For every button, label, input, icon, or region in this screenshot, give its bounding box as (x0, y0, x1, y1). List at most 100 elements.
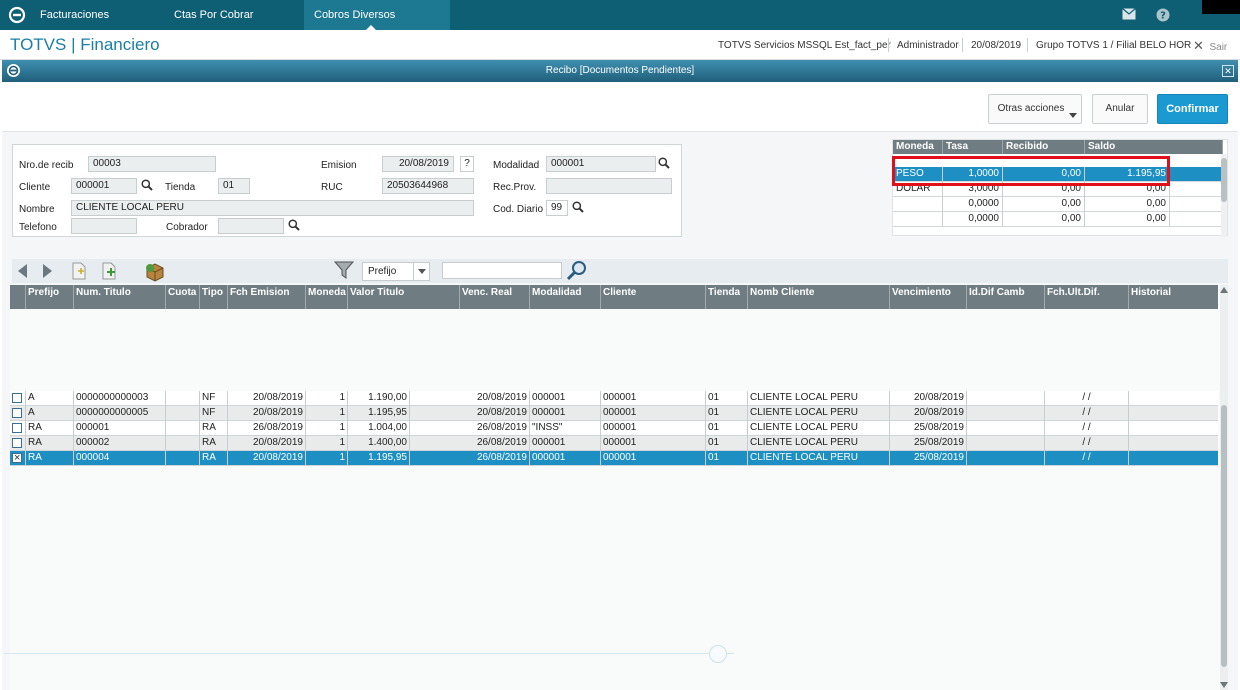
moneda-cell: 1 (306, 421, 348, 436)
table-row[interactable]: A 0000000000003 NF 20/08/2019 1 1.190,00… (10, 391, 1218, 406)
modalidad-field[interactable]: 000001 (546, 156, 656, 172)
dialog-close-button[interactable]: ✕ (1222, 65, 1234, 77)
arrow-left-icon[interactable] (14, 262, 32, 280)
emision-field[interactable]: 20/08/2019 (382, 156, 454, 172)
currency-row[interactable]: 0,0000 0,00 0,00 (893, 212, 1223, 227)
column-header[interactable]: Vencimiento (890, 285, 967, 309)
nombre-field[interactable]: CLIENTE LOCAL PERU (71, 200, 474, 216)
cliente-field[interactable]: 000001 (71, 178, 137, 194)
column-header[interactable]: Valor Titulo (348, 285, 460, 309)
help-button[interactable]: ? (460, 156, 474, 172)
nro-recibo-field[interactable]: 00003 (88, 156, 216, 172)
table-row[interactable]: RA 000002 RA 20/08/2019 1 1.400,00 26/08… (10, 436, 1218, 451)
row-checkbox[interactable] (12, 451, 22, 465)
column-header[interactable]: Fch Emision (228, 285, 306, 309)
column-header[interactable]: Cuota (166, 285, 200, 309)
column-header[interactable]: Id.Dif Camb (967, 285, 1045, 309)
search-icon[interactable] (572, 201, 584, 213)
arrow-right-icon[interactable] (38, 262, 56, 280)
emision-cell: 20/08/2019 (228, 451, 306, 466)
row-checkbox[interactable] (12, 393, 22, 403)
row-checkbox[interactable] (12, 423, 22, 433)
cod-diario-field[interactable]: 99 (546, 200, 568, 216)
tienda-field[interactable]: 01 (218, 178, 250, 194)
column-header[interactable]: Fch.Ult.Dif. (1045, 285, 1129, 309)
close-icon: ✕ (1193, 38, 1204, 53)
column-header[interactable]: Cliente (601, 285, 706, 309)
divider (4, 653, 734, 654)
row-checkbox[interactable] (12, 438, 22, 448)
column-header[interactable]: Moneda (306, 285, 348, 309)
vertical-scrollbar[interactable] (1220, 285, 1228, 690)
cliente-cell: 000001 (601, 406, 706, 421)
telefono-field[interactable] (71, 218, 137, 234)
scrollbar-thumb[interactable] (1221, 158, 1227, 202)
ruc-field[interactable]: 20503644968 (382, 178, 474, 194)
vencimiento-cell: 25/08/2019 (890, 421, 967, 436)
currency-row[interactable]: 0,0000 0,00 0,00 (893, 197, 1223, 212)
checkbox-cell (10, 436, 26, 451)
column-header[interactable]: Nomb Cliente (748, 285, 890, 309)
tab-ctas-por-cobrar[interactable]: Ctas Por Cobrar [02.9.0006]✕ (164, 0, 304, 51)
other-actions-button[interactable]: Otras acciones (988, 94, 1082, 124)
row-checkbox[interactable] (12, 408, 22, 418)
table-row[interactable]: RA 000001 RA 26/08/2019 1 1.004,00 26/08… (10, 421, 1218, 436)
tab-facturaciones[interactable]: Facturaciones [02.9.0005]✕ (30, 0, 164, 51)
cobrador-field[interactable] (218, 218, 284, 234)
tienda-cell: 01 (706, 406, 748, 421)
svg-text:?: ? (1160, 11, 1166, 22)
tienda-cell: 01 (706, 451, 748, 466)
search-icon[interactable] (288, 219, 300, 231)
table-row[interactable]: RA 000004 RA 20/08/2019 1 1.195,95 26/08… (10, 451, 1218, 466)
column-header[interactable]: Modalidad (530, 285, 601, 309)
search-icon[interactable] (658, 157, 670, 169)
column-header[interactable]: Tasa moned (943, 140, 1003, 166)
exit-button[interactable]: ✕ Sair (1193, 38, 1227, 54)
document-icon[interactable] (70, 262, 88, 280)
id-dif-cell (967, 391, 1045, 406)
column-header[interactable]: Num. Titulo (74, 285, 166, 309)
tab-cobros-diversos[interactable]: Cobros Diversos [02.9.0006]✕ (304, 0, 450, 51)
rec-prov-field[interactable] (546, 178, 672, 194)
prefijo-cell: RA (26, 451, 74, 466)
cuota-cell (166, 436, 200, 451)
column-header[interactable]: Prefijo (26, 285, 74, 309)
vertical-scrollbar[interactable] (1221, 154, 1227, 237)
checkbox-cell (10, 391, 26, 406)
historial-cell (1129, 451, 1218, 466)
table-row[interactable]: A 0000000000005 NF 20/08/2019 1 1.195,95… (10, 406, 1218, 421)
nombre-cell: CLIENTE LOCAL PERU (748, 451, 890, 466)
column-header[interactable]: Moneda (893, 140, 943, 154)
search-icon[interactable] (566, 260, 588, 282)
num-titulo-cell: 000002 (74, 436, 166, 451)
scroll-up-icon[interactable] (1220, 287, 1228, 293)
dialog-body: Otras acciones Anular Confirmar Nro.de r… (2, 82, 1238, 690)
tienda-cell: 01 (706, 421, 748, 436)
action-bar: Otras acciones Anular Confirmar (2, 82, 1238, 132)
package-icon[interactable] (144, 262, 166, 282)
column-header[interactable]: Venc. Real (460, 285, 530, 309)
scroll-down-icon[interactable] (1220, 682, 1228, 688)
confirm-button[interactable]: Confirmar (1157, 94, 1228, 124)
add-document-icon[interactable] (100, 262, 118, 280)
totvs-logo-icon[interactable] (8, 6, 26, 24)
balance-cell: 0,00 (1085, 197, 1170, 212)
prefijo-cell: RA (26, 421, 74, 436)
column-header[interactable]: Tienda (706, 285, 748, 309)
search-input[interactable] (442, 262, 562, 279)
help-icon[interactable]: ? (1156, 8, 1170, 22)
filter-icon[interactable] (334, 260, 354, 280)
nombre-label: Nombre (19, 204, 55, 215)
mail-icon[interactable] (1122, 8, 1136, 20)
cancel-button[interactable]: Anular (1092, 94, 1148, 124)
column-header[interactable]: Recibido (1003, 140, 1085, 154)
scrollbar-thumb[interactable] (1221, 405, 1227, 667)
splitter-handle[interactable] (709, 645, 727, 663)
column-header[interactable]: Saldo (1085, 140, 1223, 154)
filter-field-select[interactable]: Prefijo (362, 262, 430, 281)
column-header[interactable]: Tipo (200, 285, 228, 309)
select-column-header[interactable] (10, 285, 26, 309)
column-header[interactable]: Historial (1129, 285, 1218, 309)
search-icon[interactable] (141, 179, 153, 191)
ruc-label: RUC (321, 182, 343, 193)
